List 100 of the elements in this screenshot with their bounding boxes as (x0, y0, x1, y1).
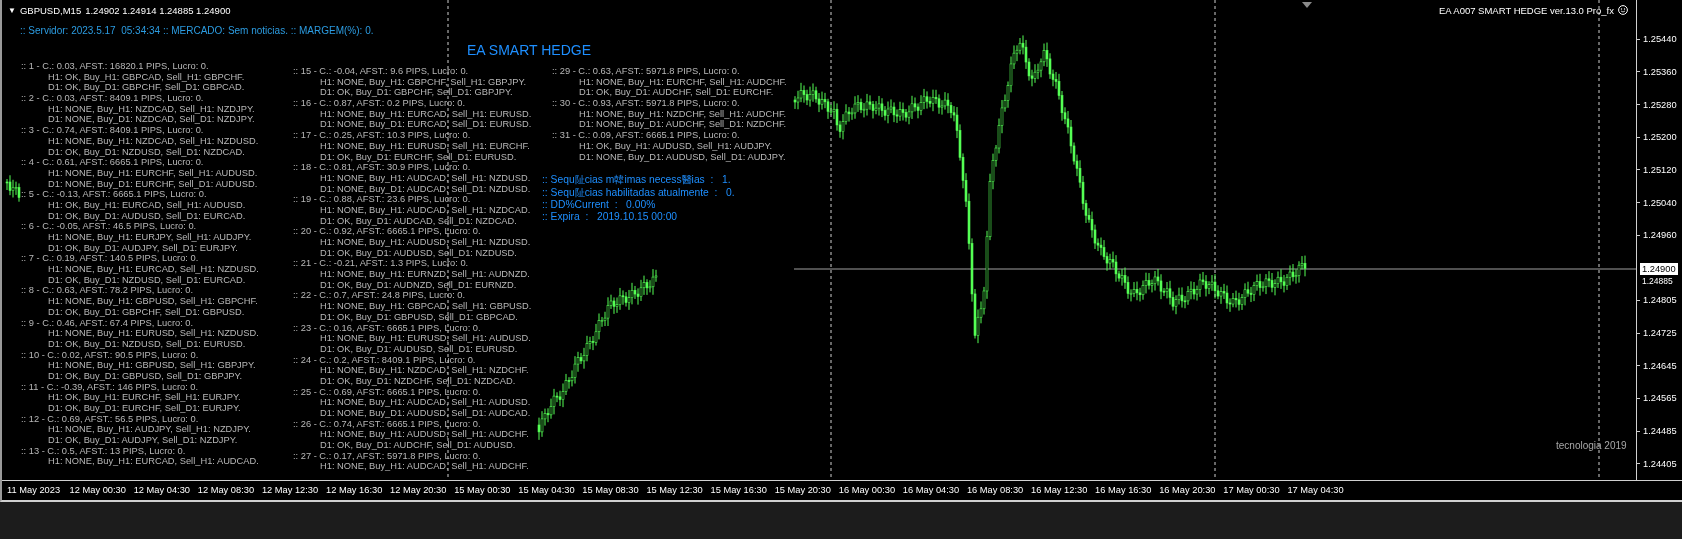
panel-title: EA SMART HEDGE (467, 42, 591, 58)
time-label: 12 May 16:30 (325, 485, 384, 495)
d1-status-line: D1: NONE, Buy_D1: AUDUSD, Sell_D1: AUDCAD. (320, 408, 531, 419)
d1-status-line: D1: OK, Buy_D1: AUDJPY, Sell_D1: NZDJPY. (48, 435, 238, 446)
time-label: 16 May 12:30 (1031, 485, 1089, 495)
d1-status-line: D1: NONE, Buy_D1: AUDCAD, Sell_D1: NZDUSD. (320, 183, 531, 195)
price-label: 1.24885 (1642, 276, 1673, 286)
time-label: 17 May 04:30 (1287, 485, 1345, 495)
d1-status-line: D1: OK, Buy_D1: GBPUSD, Sell_D1: GBPJPY. (48, 370, 243, 382)
h1-status-line: H1: NONE, Buy_H1: AUDJPY, Sell_H1: NZDJPY. (48, 424, 251, 436)
h1-status-line: H1: NONE, Buy_H1: EURCAD, Sell_H1: EURUSD. (320, 108, 532, 120)
h1-status-line: H1: NONE, Buy_H1: EURUSD, Sell_H1: AUDUSD. (320, 333, 531, 344)
triangle-glyph[interactable]: ▼ (8, 5, 16, 15)
d1-status-line: D1: OK, Buy_D1: AUDNZD, Sell_D1: EURNZD. (320, 279, 517, 291)
h1-status-line: H1: NONE, Buy_H1: AUDUSD, Sell_H1: NZDUSD. (320, 237, 531, 248)
stat-line: :: Sequ阯cias m韓imas necess醫ias : 1. (542, 174, 731, 187)
pair-summary: :: 11 - C.: -0.39, AFST.: 146 PIPS, Lucro: 0. (21, 381, 199, 393)
price-label: 1.24565 (1643, 393, 1677, 404)
pair-summary: :: 9 - C.: 0.46, AFST.: 67.4 PIPS, Lucro: 0. (21, 317, 194, 329)
h1-status-line: H1: NONE, Buy_H1: GBPCHF, Sell_H1: GBPJPY. (320, 76, 526, 88)
time-label: 16 May 04:30 (902, 485, 961, 495)
h1-status-line: H1: NONE, Buy_H1: GBPCAD, Sell_H1: GBPUSD. (320, 301, 532, 312)
price-label: 1.24805 (1643, 295, 1677, 306)
pair-summary: :: 16 - C.: 0.87, AFST.: 0.2 PIPS, Lucro: 0. (293, 98, 466, 109)
stat-line: :: DD%Current : 0.00% (542, 199, 656, 212)
d1-status-line: D1: NONE, Buy_D1: NZDCAD, Sell_D1: NZDJPY. (48, 114, 255, 126)
time-label: 15 May 00:30 (454, 485, 512, 495)
stat-line: :: Expira : 2019.10.15 00:00 (542, 211, 678, 224)
pair-summary: :: 30 - C.: 0.93, AFST.: 5971.8 PIPS, Lucro: 0. (552, 98, 740, 109)
time-label: 16 May 16:30 (1095, 485, 1153, 495)
h1-status-line: H1: NONE, Buy_H1: EURUSD, Sell_H1: NZDUSD. (48, 328, 259, 339)
d1-status-line: D1: OK, Buy_D1: AUDUSD, Sell_D1: EURCAD. (48, 210, 246, 222)
pair-summary: :: 22 - C.: 0.7, AFST.: 24.8 PIPS, Lucro: 0. (293, 290, 466, 302)
time-label: 12 May 20:30 (390, 485, 448, 495)
h1-status-line: H1: NONE, Buy_H1: AUDCAD, Sell_H1: AUDCHF. (320, 461, 529, 473)
time-label: 17 May 00:30 (1223, 485, 1281, 495)
h1-status-line: H1: NONE, Buy_H1: AUDCAD, Sell_H1: AUDUSD. (320, 397, 531, 408)
d1-status-line: D1: OK, Buy_D1: AUDUSD, Sell_D1: EURUSD. (320, 343, 518, 355)
time-label: 12 May 00:30 (69, 485, 127, 495)
pair-summary: :: 3 - C.: 0.74, AFST.: 8409.1 PIPS, Lucro: 0. (21, 125, 204, 136)
price-label: 1.24645 (1643, 360, 1677, 371)
time-label: 12 May 04:30 (133, 485, 192, 495)
d1-status-line: D1: NONE, Buy_D1: EURCAD, Sell_D1: EURUSD. (320, 119, 532, 131)
stat-line: :: Sequ阯cias habilitadas atualmente : 0. (542, 186, 735, 199)
d1-status-line: D1: OK, Buy_D1: AUDCHF, Sell_D1: AUDUSD. (320, 440, 516, 451)
h1-status-line: H1: OK, Buy_H1: AUDUSD, Sell_H1: AUDJPY. (579, 140, 773, 152)
time-label: 11 May 2023 (7, 485, 62, 495)
time-label: 15 May 12:30 (646, 485, 704, 495)
pair-summary: :: 23 - C.: 0.16, AFST.: 6665.1 PIPS, Lucro: 0. (293, 322, 481, 334)
pair-summary: :: 5 - C.: -0.13, AFST.: 6665.1 PIPS, Lucro: 0. (21, 189, 207, 200)
pair-summary: :: 25 - C.: 0.69, AFST.: 6665.1 PIPS, Lucro: 0. (293, 386, 481, 398)
pair-summary: :: 7 - C.: 0.19, AFST.: 140.5 PIPS, Lucro: 0. (21, 253, 199, 265)
h1-status-line: H1: NONE, Buy_H1: AUDUSD, Sell_H1: AUDCHF. (320, 429, 529, 441)
price-label: 1.25120 (1643, 164, 1677, 175)
time-label: 16 May 00:30 (838, 485, 897, 495)
footer-label: tecnologia 2019 (1556, 440, 1627, 451)
expert-label: EA A007 SMART HEDGE ver.13.0 Pro_fx (1439, 4, 1614, 16)
d1-status-line: D1: OK, Buy_D1: EURCHF, Sell_D1: EURJPY. (48, 403, 241, 414)
h1-status-line: H1: OK, Buy_H1: EURCAD, Sell_H1: AUDUSD. (48, 199, 246, 211)
pair-summary: :: 21 - C.: -0.21, AFST.: 1.3 PIPS, Lucro: 0. (293, 258, 469, 270)
pair-summary: :: 18 - C.: 0.81, AFST.: 30.9 PIPS, Lucro: 0. (293, 162, 471, 173)
h1-status-line: H1: OK, Buy_H1: GBPCAD, Sell_H1: GBPCHF. (48, 71, 245, 83)
price-label: 1.25280 (1643, 99, 1677, 110)
d1-status-line: D1: OK, Buy_D1: GBPUSD, Sell_D1: GBPCAD. (320, 311, 518, 323)
pair-summary: :: 27 - C.: 0.17, AFST.: 5971.8 PIPS, Lucro: 0. (293, 450, 481, 462)
pair-summary: :: 4 - C.: 0.61, AFST.: 6665.1 PIPS, Lucro: 0. (21, 157, 204, 168)
h1-status-line: H1: NONE, Buy_H1: EURUSD, Sell_H1: EURCHF. (320, 140, 530, 152)
pair-summary: :: 29 - C.: 0.63, AFST.: 5971.8 PIPS, Lucro: 0. (552, 66, 740, 77)
pair-summary: :: 19 - C.: 0.88, AFST.: 23.6 PIPS, Lucro: 0. (293, 194, 471, 205)
d1-status-line: D1: OK, Buy_D1: AUDJPY, Sell_D1: EURJPY. (48, 242, 238, 254)
d1-status-line: D1: NONE, Buy_D1: AUDUSD, Sell_D1: AUDJPY. (579, 151, 786, 163)
pair-summary: :: 26 - C.: 0.74, AFST.: 6665.1 PIPS, Lucro: 0. (293, 418, 481, 430)
d1-status-line: D1: OK, Buy_D1: GBPCHF, Sell_D1: GBPUSD. (48, 306, 245, 318)
h1-status-line: H1: NONE, Buy_H1: EURNZD, Sell_H1: AUDNZD. (320, 269, 530, 280)
price-label: 1.25360 (1643, 66, 1677, 77)
time-label: 16 May 20:30 (1159, 485, 1217, 495)
time-label: 15 May 20:30 (774, 485, 832, 495)
h1-status-line: H1: NONE, Buy_H1: EURCAD, Sell_H1: NZDUSD. (48, 264, 259, 275)
h1-status-line: H1: NONE, Buy_H1: AUDCAD, Sell_H1: NZDCAD. (320, 204, 531, 216)
pair-summary: :: 24 - C.: 0.2, AFST.: 8409.1 PIPS, Lucro: 0. (293, 354, 476, 366)
d1-status-line: D1: OK, Buy_D1: AUDCHF, Sell_D1: EURCHF. (579, 87, 774, 99)
time-label: 16 May 08:30 (966, 485, 1025, 495)
h1-status-line: H1: NONE, Buy_H1: GBPUSD, Sell_H1: GBPCHF. (48, 296, 258, 307)
d1-status-line: D1: OK, Buy_D1: NZDUSD, Sell_D1: EURCAD. (48, 274, 246, 286)
price-label: 1.24725 (1643, 328, 1677, 339)
d1-status-line: D1: OK, Buy_D1: NZDUSD, Sell_D1: EURUSD. (48, 338, 246, 350)
time-label: 15 May 16:30 (710, 485, 768, 495)
pair-summary: :: 17 - C.: 0.25, AFST.: 10.3 PIPS, Lucro: 0. (293, 130, 471, 141)
pair-summary: :: 13 - C.: 0.5, AFST.: 13 PIPS, Lucro: 0. (21, 445, 186, 457)
d1-status-line: D1: OK, Buy_D1: NZDUSD, Sell_D1: NZDCAD. (48, 146, 245, 158)
d1-status-line: D1: OK, Buy_D1: GBPCHF, Sell_D1: GBPJPY. (320, 87, 513, 99)
d1-status-line: D1: OK, Buy_D1: AUDUSD, Sell_D1: NZDUSD. (320, 247, 517, 259)
quote-values: 1.24902 1.24914 1.24885 1.24900 (85, 4, 231, 16)
h1-status-line: H1: OK, Buy_H1: EURCHF, Sell_H1: EURJPY. (48, 392, 241, 403)
price-label: 1.25200 (1643, 132, 1677, 143)
time-label: 15 May 08:30 (582, 485, 640, 495)
pair-summary: :: 1 - C.: 0.03, AFST.: 16820.1 PIPS, Lucro: 0. (21, 61, 209, 72)
pair-summary: :: 6 - C.: -0.05, AFST.: 46.5 PIPS, Lucro: 0. (21, 221, 197, 232)
d1-status-line: D1: OK, Buy_D1: GBPCHF, Sell_D1: GBPCAD. (48, 82, 245, 94)
h1-status-line: H1: NONE, Buy_H1: NZDCAD, Sell_H1: NZDCHF. (320, 365, 529, 376)
